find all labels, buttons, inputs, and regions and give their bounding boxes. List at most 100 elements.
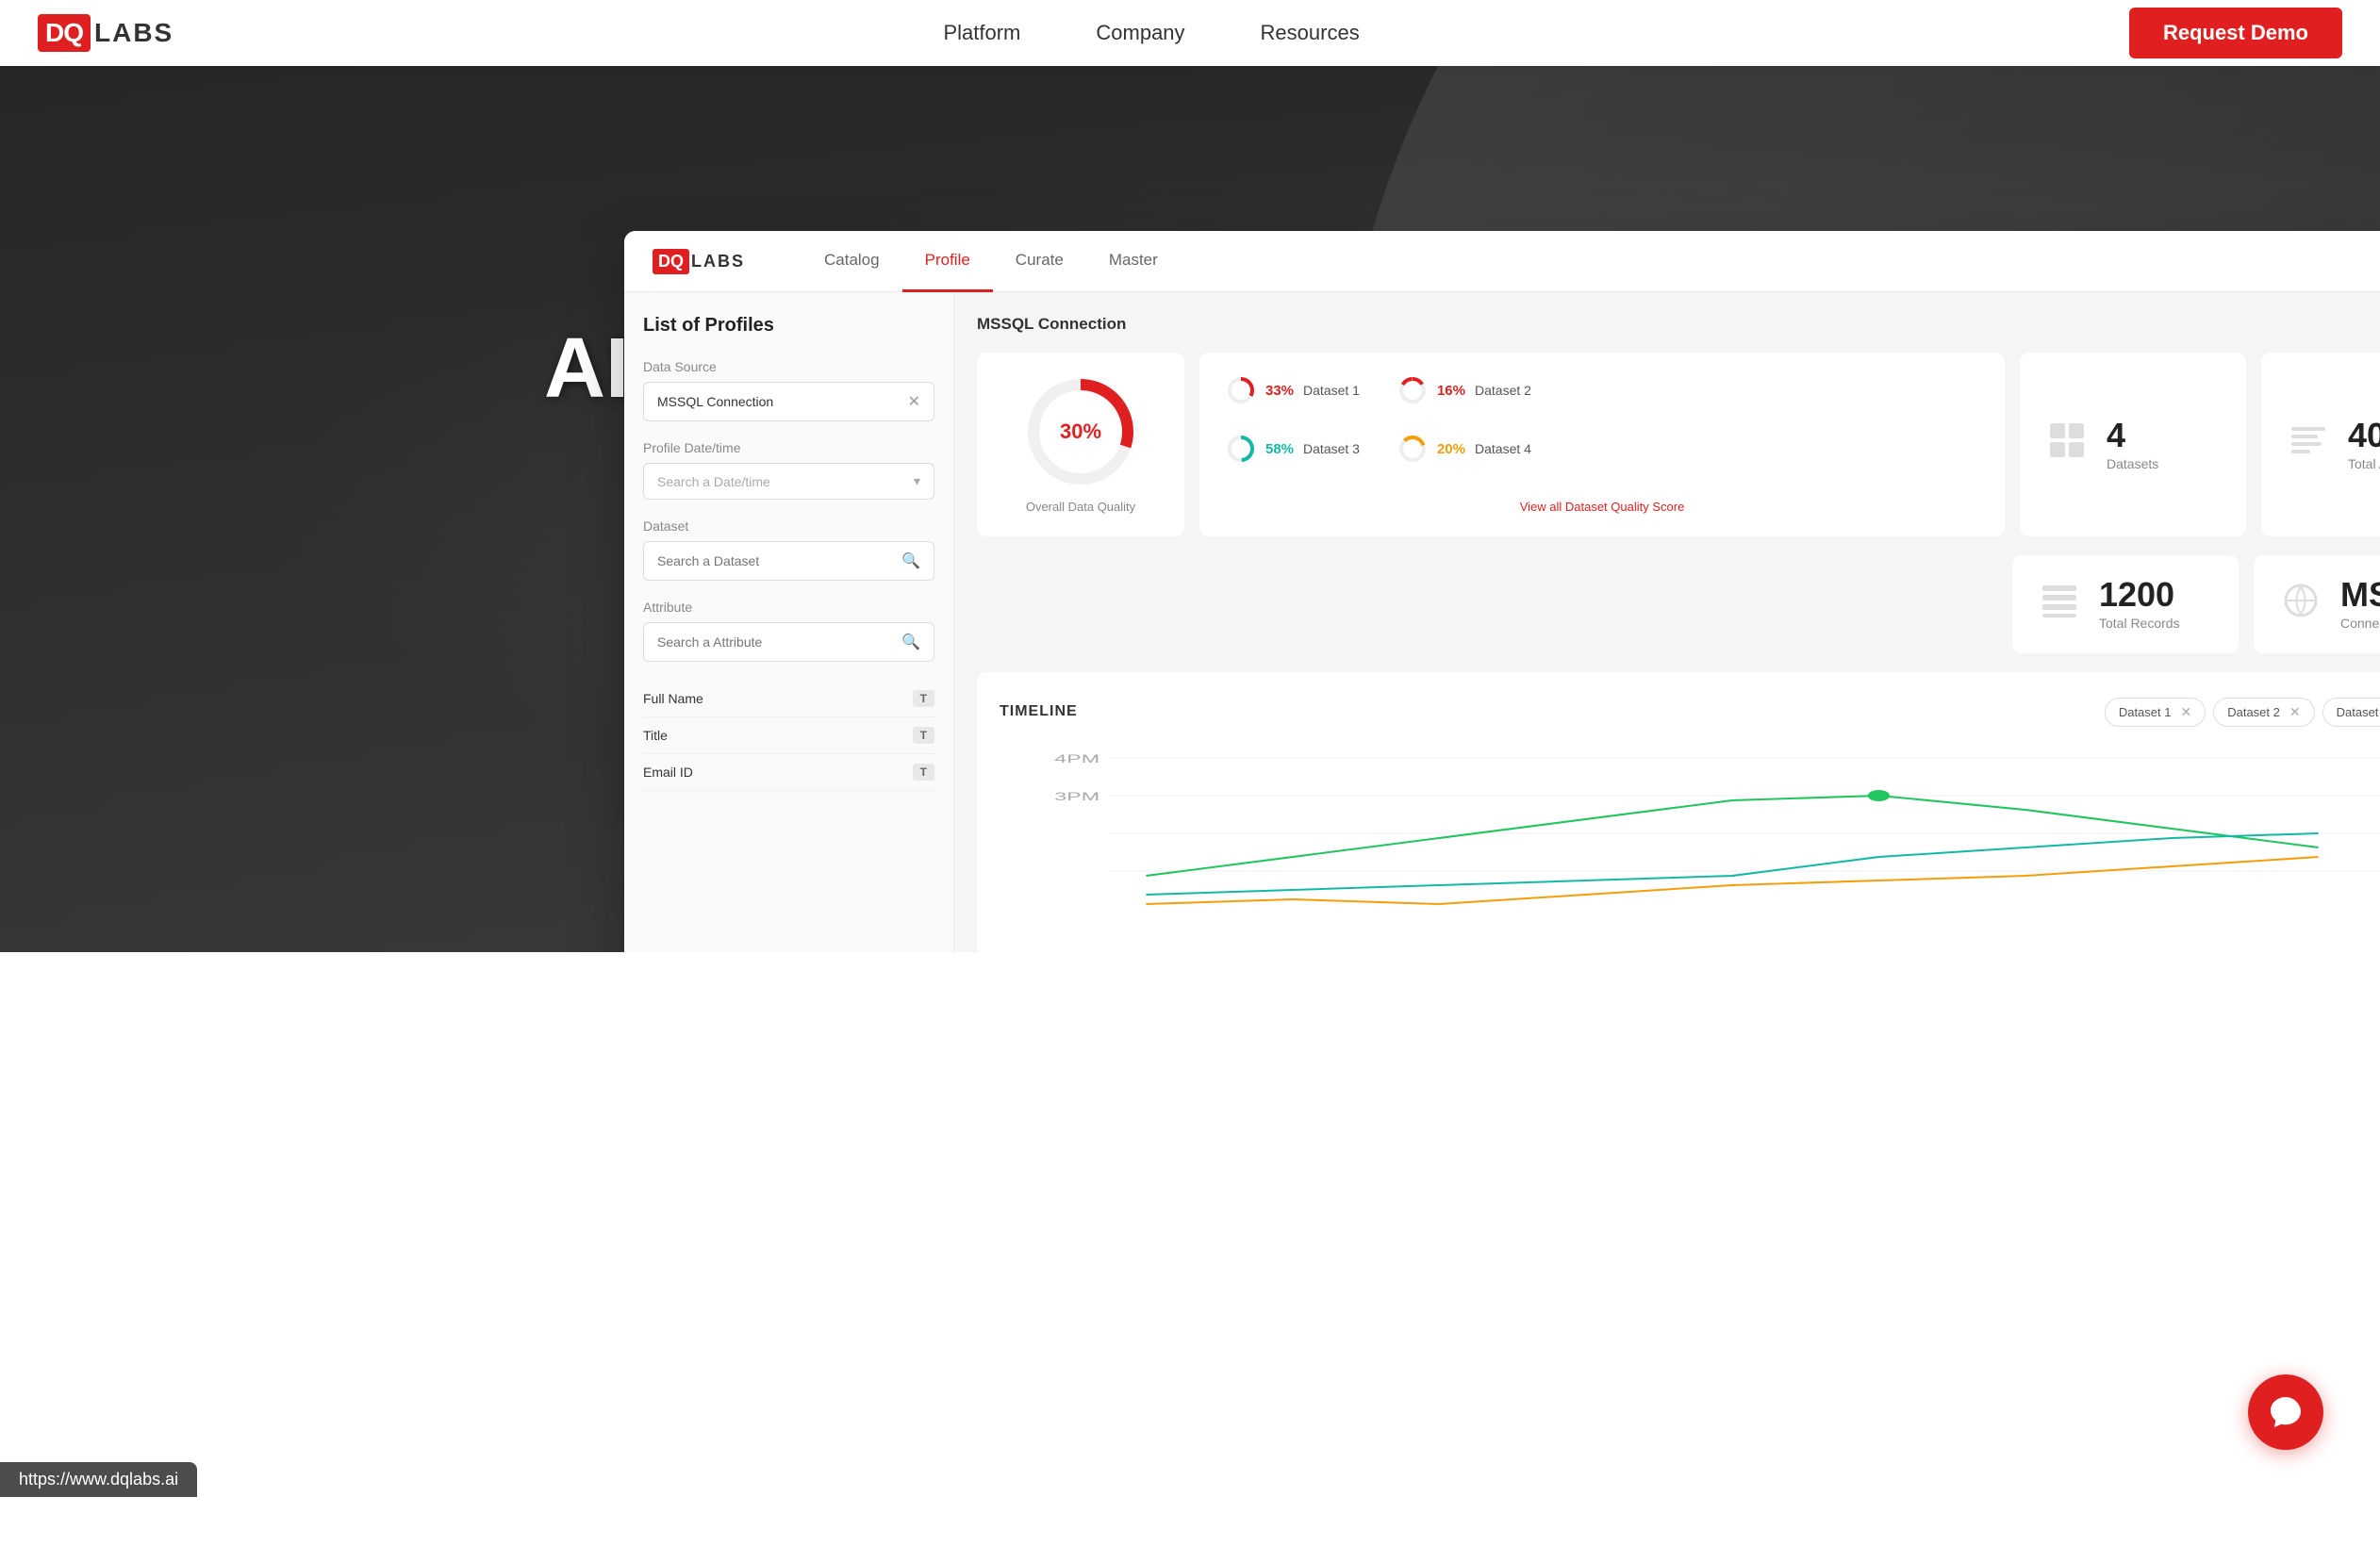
dataset2-pct: 16% — [1437, 383, 1465, 399]
tag-label-3: Dataset 3 — [2337, 705, 2380, 719]
datetime-chevron-icon: ▾ — [914, 473, 920, 489]
dataset4-item: 20% Dataset 4 — [1397, 434, 1531, 464]
chart-svg: 4PM 3PM — [1000, 744, 2380, 932]
timeline-tag-dataset3[interactable]: Dataset 3 ✕ — [2322, 698, 2380, 727]
app-body: List of Profiles Data Source MSSQL Conne… — [624, 292, 2380, 952]
nav-resources[interactable]: Resources — [1261, 21, 1360, 45]
attributes-icon — [2288, 420, 2329, 469]
timeline-title: TIMELINE — [1000, 703, 1078, 720]
tab-profile[interactable]: Profile — [902, 231, 993, 292]
sidebar: List of Profiles Data Source MSSQL Conne… — [624, 292, 954, 952]
attributes-label: Total Attributes — [2348, 456, 2380, 471]
attr-name-title: Title — [643, 728, 668, 743]
dataset4-donut — [1397, 434, 1428, 464]
spacer-card — [977, 555, 1184, 653]
hero-section: AI AUGMENTED DATA QUALITY PLATFORM Incre… — [0, 66, 2380, 952]
attributes-count: 406 — [2348, 419, 2380, 452]
logo: DQ LABS — [38, 14, 174, 52]
dataset-search-icon: 🔍 — [901, 551, 920, 570]
list-item: Full Name T — [643, 681, 934, 717]
datasets-icon — [2046, 420, 2088, 469]
stats-row-1: 30% Overall Data Quality — [977, 353, 2380, 536]
dataset3-label: Dataset 3 — [1303, 441, 1360, 456]
attribute-search-box[interactable]: 🔍 — [643, 622, 934, 662]
donut-label: Overall Data Quality — [1026, 500, 1135, 514]
attribute-search-icon: 🔍 — [901, 633, 920, 651]
tab-catalog[interactable]: Catalog — [802, 231, 902, 292]
svg-text:3PM: 3PM — [1054, 790, 1099, 803]
dataset-search-box[interactable]: 🔍 — [643, 541, 934, 581]
dataset-label: Dataset — [643, 518, 934, 534]
app-logo-labs: LABS — [691, 252, 745, 271]
timeline-header: TIMELINE Dataset 1 ✕ Dataset 2 ✕ — [1000, 695, 2380, 729]
datetime-filter: Profile Date/time Search a Date/time ▾ — [643, 440, 934, 500]
dataset4-label: Dataset 4 — [1475, 441, 1531, 456]
attributes-stat-card: 406 Total Attributes — [2261, 353, 2380, 536]
timeline-chart: 4PM 3PM — [1000, 744, 2380, 932]
chat-button[interactable] — [2248, 1374, 2323, 1450]
chat-icon — [2267, 1393, 2305, 1431]
attribute-filter: Attribute 🔍 — [643, 600, 934, 662]
timeline-card: TIMELINE Dataset 1 ✕ Dataset 2 ✕ — [977, 672, 2380, 952]
tab-curate[interactable]: Curate — [993, 231, 1086, 292]
datetime-placeholder: Search a Date/time — [657, 474, 770, 489]
datasets-count: 4 — [2107, 419, 2158, 452]
app-nav-tabs: Catalog Profile Curate Master — [802, 231, 2353, 292]
dataset-quality-card: 33% Dataset 1 16% Dataset 2 — [1199, 353, 2005, 536]
records-stat-info: 1200 Total Records — [2099, 578, 2180, 631]
app-logo: DQ LABS — [653, 249, 745, 274]
datasets-label: Datasets — [2107, 456, 2158, 471]
nav-platform[interactable]: Platform — [943, 21, 1020, 45]
datasource-filter: Data Source MSSQL Connection ✕ — [643, 359, 934, 421]
donut-percentage: 30% — [1024, 375, 1137, 488]
dataset3-pct: 58% — [1265, 441, 1294, 457]
records-stat-card: 1200 Total Records — [2012, 555, 2239, 653]
tag-label-2: Dataset 2 — [2227, 705, 2280, 719]
timeline-tag-dataset1[interactable]: Dataset 1 ✕ — [2105, 698, 2206, 727]
url-bar: https://www.dqlabs.ai — [0, 1462, 197, 1497]
request-demo-button[interactable]: Request Demo — [2129, 8, 2342, 58]
records-count: 1200 — [2099, 578, 2180, 612]
dataset-filter: Dataset 🔍 — [643, 518, 934, 581]
datasets-stat-card: 4 Datasets — [2020, 353, 2246, 536]
datasource-value: MSSQL Connection — [657, 394, 773, 409]
attribute-search-input[interactable] — [657, 634, 894, 650]
nav-company[interactable]: Company — [1096, 21, 1184, 45]
view-all-link[interactable]: View all Dataset Quality Score — [1226, 500, 1978, 514]
tab-master[interactable]: Master — [1086, 231, 1181, 292]
tag-label-1: Dataset 1 — [2119, 705, 2172, 719]
dataset2-donut — [1397, 375, 1428, 405]
dataset1-item: 33% Dataset 1 — [1226, 375, 1360, 405]
app-logo-dq: DQ — [653, 249, 689, 274]
datasource-tag: MSSQL Connection ✕ — [643, 382, 934, 421]
timeline-tag-dataset2[interactable]: Dataset 2 ✕ — [2213, 698, 2314, 727]
dataset1-pct: 33% — [1265, 383, 1294, 399]
connecttype-label: Connect Type — [2340, 616, 2380, 631]
datasource-label: Data Source — [643, 359, 934, 374]
nav-links: Platform Company Resources — [943, 21, 1359, 45]
dataset-row-2: 58% Dataset 3 20% Dataset 4 — [1226, 434, 1978, 464]
records-icon — [2039, 580, 2080, 630]
tag-close-2[interactable]: ✕ — [2289, 704, 2301, 720]
dataset-row-1: 33% Dataset 1 16% Dataset 2 — [1226, 375, 1978, 405]
attr-type-email: T — [913, 764, 934, 781]
datetime-select[interactable]: Search a Date/time ▾ — [643, 463, 934, 500]
tag-close-1[interactable]: ✕ — [2180, 704, 2191, 720]
dataset-search-input[interactable] — [657, 553, 894, 568]
logo-dq: DQ — [38, 14, 91, 52]
list-item: Title T — [643, 717, 934, 754]
list-item: Email ID T — [643, 754, 934, 791]
dataset1-label: Dataset 1 — [1303, 383, 1360, 398]
datasource-close-icon[interactable]: ✕ — [908, 392, 920, 411]
dataset2-label: Dataset 2 — [1475, 383, 1531, 398]
donut-chart: 30% — [1024, 375, 1137, 488]
attr-name-fullname: Full Name — [643, 691, 703, 706]
attr-type-fullname: T — [913, 690, 934, 707]
logo-labs: LABS — [94, 18, 174, 48]
connection-title: MSSQL Connection — [977, 315, 2380, 334]
main-content: MSSQL Connection 30% Overall Data Qualit… — [954, 292, 2380, 952]
connecttype-stat-info: MSSQL Connect Type — [2340, 578, 2380, 631]
records-label: Total Records — [2099, 616, 2180, 631]
attributes-stat-info: 406 Total Attributes — [2348, 419, 2380, 471]
attr-type-title: T — [913, 727, 934, 744]
